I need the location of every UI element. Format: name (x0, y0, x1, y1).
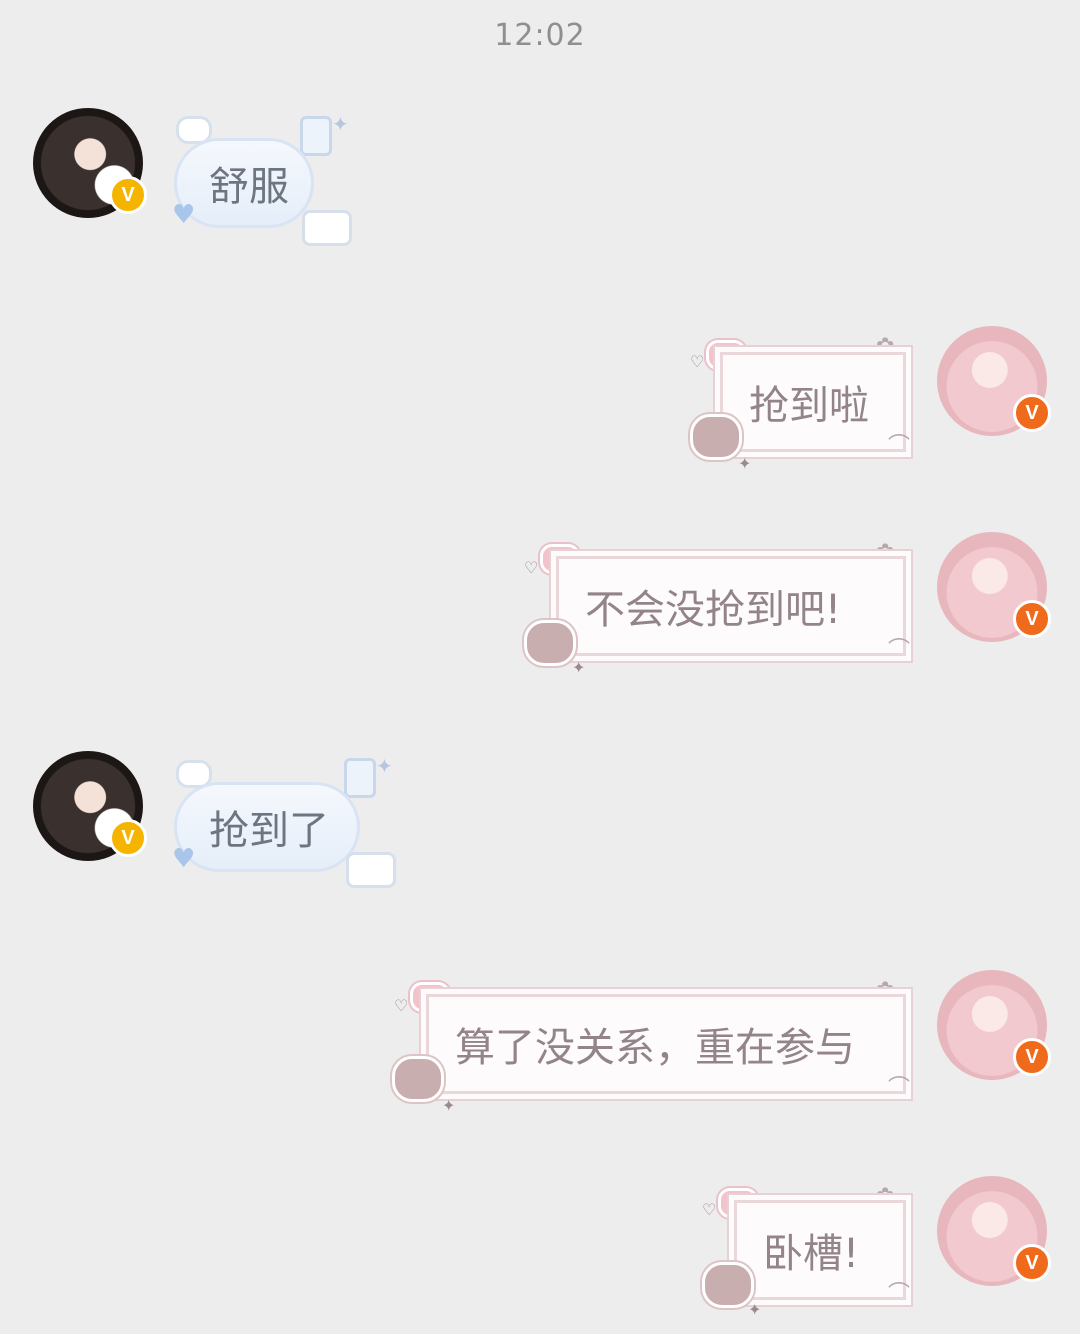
verified-badge-icon: V (1013, 394, 1051, 432)
verified-badge-icon: V (1013, 1244, 1051, 1282)
sparkle-icon: ✦ (738, 454, 752, 473)
paperclip-icon: ⌒ (888, 638, 911, 663)
message-bubble[interactable]: 不会没抢到吧! (556, 556, 906, 656)
paperclip-icon: ⌒ (888, 434, 911, 459)
avatar-self[interactable]: V (937, 532, 1051, 642)
sparkle-icon: ✦ (442, 1096, 456, 1115)
cat-icon (302, 210, 352, 246)
avatar-self[interactable]: V (937, 970, 1051, 1080)
verified-badge-icon: V (109, 176, 147, 214)
avatar-self[interactable]: V (937, 1176, 1051, 1286)
heart-icon: ♡ (690, 352, 705, 371)
avatar-self[interactable]: V (937, 326, 1051, 436)
bottle-icon (300, 116, 332, 156)
heart-icon: ♥ (172, 844, 196, 874)
sparkle-icon: ✦ (376, 754, 393, 778)
bottle-icon (344, 758, 376, 798)
heart-icon: ♥ (172, 200, 196, 230)
bear-icon (524, 620, 576, 666)
cat-icon (346, 852, 396, 888)
sparkle-icon: ✦ (332, 112, 349, 136)
avatar-contact[interactable]: V (33, 108, 147, 218)
bear-icon (702, 1262, 754, 1308)
sparkle-icon: ✦ (572, 658, 586, 677)
verified-badge-icon: V (1013, 600, 1051, 638)
message-bubble[interactable]: 算了没关系，重在参与 (426, 994, 906, 1094)
message-bubble[interactable]: 卧槽! (734, 1200, 906, 1300)
heart-icon: ♡ (394, 996, 409, 1015)
verified-badge-icon: V (1013, 1038, 1051, 1076)
heart-icon: ♡ (702, 1200, 717, 1219)
paperclip-icon: ⌒ (888, 1282, 911, 1307)
paperclip-icon: ⌒ (888, 1076, 911, 1101)
timestamp: 12:02 (494, 18, 586, 53)
sparkle-icon: ✦ (748, 1300, 762, 1319)
avatar-contact[interactable]: V (33, 751, 147, 861)
verified-badge-icon: V (109, 819, 147, 857)
bear-icon (690, 414, 742, 460)
message-bubble[interactable]: 抢到了 (174, 782, 360, 872)
bear-icon (392, 1056, 444, 1102)
heart-icon: ♡ (524, 558, 539, 577)
message-bubble[interactable]: 抢到啦 (720, 352, 906, 452)
